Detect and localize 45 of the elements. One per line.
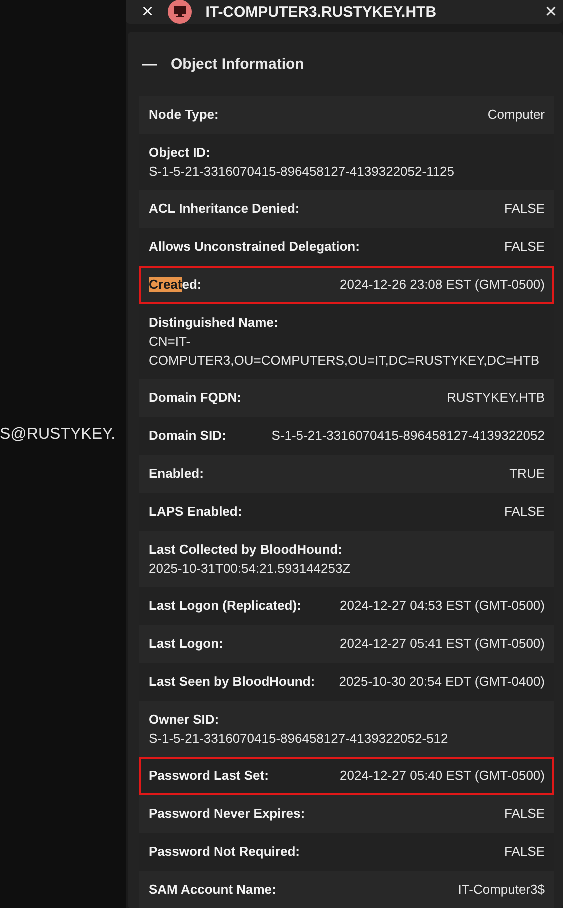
property-value: 2024-12-27 04:53 EST (GMT-0500) [340,597,545,615]
property-label: Password Last Set: [149,767,269,785]
account-name: S@RUSTYKEY. [0,426,116,444]
property-label: Last Collected by BloodHound: [149,541,343,559]
property-label: Created: [149,276,202,294]
property-label: Node Type: [149,106,219,124]
property-value: S-1-5-21-3316070415-896458127-4139322052 [272,427,545,445]
property-value: CN=IT-COMPUTER3,OU=COMPUTERS,OU=IT,DC=RUSTYKEY,DC=HTB [149,333,541,370]
property-label: SAM Account Name: [149,881,276,899]
property-value: 2024-12-27 05:40 EST (GMT-0500) [340,767,545,785]
computer-icon [168,0,192,24]
property-value: FALSE [504,200,545,218]
property-value: IT-Computer3$ [458,881,545,899]
property-label: Distinguished Name: [149,314,278,332]
collapse-toggle[interactable]: — [142,56,157,72]
property-value: RUSTYKEY.HTB [446,389,545,407]
property-value: 2025-10-30 20:54 EDT (GMT-0400) [339,673,545,691]
node-title: IT-COMPUTER3.RUSTYKEY.HTB [206,4,438,20]
property-value: S-1-5-21-3316070415-896458127-4139322052-1125 [149,163,455,181]
property-value: TRUE [510,465,545,483]
property-value: FALSE [504,238,545,256]
close-button[interactable]: × [142,2,154,22]
property-value: S-1-5-21-3316070415-896458127-4139322052-512 [149,730,448,748]
property-label: Object ID: [149,144,210,162]
property-value: FALSE [504,805,545,823]
section-title: Object Information [171,56,304,72]
property-value: Computer [488,106,545,124]
property-label: Domain FQDN: [149,389,242,407]
property-value: 2025-10-31T00:54:21.593144253Z [149,560,351,578]
property-value: 2024-12-26 23:08 EST (GMT-0500) [340,276,545,294]
property-label: ACL Inheritance Denied: [149,200,300,218]
property-value: FALSE [504,843,545,861]
property-label: Domain SID: [149,427,226,445]
property-label: Allows Unconstrained Delegation: [149,238,360,256]
property-label: Last Logon (Replicated): [149,597,302,615]
property-label: Password Not Required: [149,843,300,861]
property-label: Owner SID: [149,711,220,729]
property-label: LAPS Enabled: [149,503,242,521]
property-label: Enabled: [149,465,204,483]
close-button[interactable]: × [545,2,557,22]
property-label: Last Logon: [149,635,224,653]
property-value: 2024-12-27 05:41 EST (GMT-0500) [340,635,545,653]
property-label: Last Seen by BloodHound: [149,673,316,691]
property-value: FALSE [504,503,545,521]
property-label: Password Never Expires: [149,805,306,823]
